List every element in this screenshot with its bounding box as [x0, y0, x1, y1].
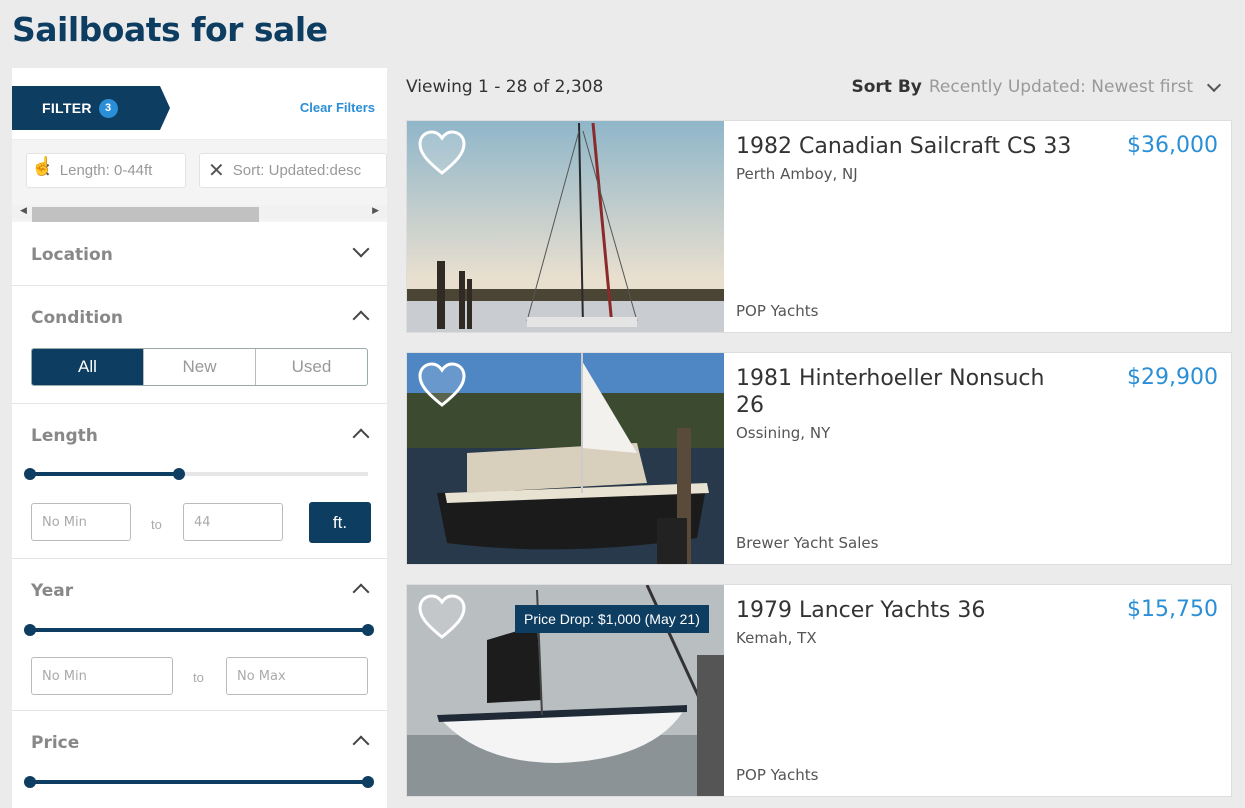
listing-price: $29,900	[1127, 365, 1218, 390]
price-section: Price	[12, 711, 387, 808]
chevron-up-icon[interactable]	[352, 428, 370, 446]
condition-toggle: All New Used	[31, 348, 368, 386]
listing-card[interactable]: 1982 Canadian Sailcraft CS 33 Perth Ambo…	[406, 120, 1232, 333]
slider-max-handle[interactable]	[172, 468, 185, 480]
sort-value: Recently Updated: Newest first	[928, 77, 1193, 97]
condition-option-used[interactable]: Used	[255, 349, 367, 385]
listing-photo[interactable]: Price Drop: $1,000 (May 21)	[407, 585, 724, 796]
filter-header: FILTER 3 Clear Filters	[12, 68, 387, 140]
close-icon[interactable]: ✕	[208, 161, 225, 181]
listing-broker: Brewer Yacht Sales	[736, 534, 879, 552]
condition-option-all[interactable]: All	[32, 349, 143, 385]
page-title: Sailboats for sale	[12, 10, 328, 49]
range-to-label: to	[151, 517, 162, 532]
scroll-left-icon[interactable]: ◀	[20, 205, 27, 216]
slider-fill	[30, 472, 179, 476]
listing-card[interactable]: Price Drop: $1,000 (May 21) 1979 Lancer …	[406, 584, 1232, 797]
slider-fill	[30, 628, 368, 632]
sort-label: Sort By	[851, 77, 922, 97]
listing-location: Ossining, NY	[736, 424, 831, 442]
sort-dropdown[interactable]: Sort By Recently Updated: Newest first	[851, 77, 1225, 97]
condition-section: Condition All New Used	[12, 286, 387, 404]
range-to-label: to	[193, 670, 204, 685]
filter-label: FILTER	[42, 100, 92, 116]
listing-photo[interactable]	[407, 353, 724, 564]
active-filter-chips: ✕ Length: 0-44ft ✕ Sort: Updated:desc ☝ …	[12, 140, 387, 222]
listing-price: $36,000	[1127, 133, 1218, 158]
favorite-heart-icon[interactable]	[417, 361, 467, 409]
scrollbar-thumb[interactable]	[32, 207, 259, 222]
listing-card[interactable]: 1981 Hinterhoeller Nonsuch 26 Ossining, …	[406, 352, 1232, 565]
slider-min-handle[interactable]	[24, 468, 36, 480]
length-heading: Length	[31, 426, 98, 446]
chevron-up-icon[interactable]	[352, 310, 370, 328]
chips-scrollbar[interactable]: ◀ ▶	[12, 205, 387, 222]
filter-toggle-button[interactable]: FILTER 3	[12, 86, 170, 130]
condition-option-new[interactable]: New	[143, 349, 255, 385]
slider-fill	[30, 780, 368, 784]
location-section[interactable]: Location	[12, 222, 387, 286]
listing-price: $15,750	[1127, 597, 1218, 622]
listing-title[interactable]: 1979 Lancer Yachts 36	[736, 597, 1076, 624]
favorite-heart-icon[interactable]	[417, 593, 467, 641]
chevron-down-icon	[1206, 77, 1222, 92]
year-heading: Year	[31, 581, 74, 601]
chip-label: Length: 0-44ft	[59, 162, 153, 179]
slider-max-handle[interactable]	[362, 776, 374, 788]
location-heading: Location	[31, 245, 113, 265]
length-unit-button[interactable]: ft.	[309, 502, 371, 543]
year-min-input[interactable]: No Min	[31, 657, 173, 695]
slider-min-handle[interactable]	[24, 776, 36, 788]
chip-label: Sort: Updated:desc	[232, 162, 362, 179]
chevron-up-icon[interactable]	[352, 583, 370, 601]
listing-broker: POP Yachts	[736, 766, 819, 784]
price-slider[interactable]	[24, 776, 374, 788]
results-count: Viewing 1 - 28 of 2,308	[406, 77, 604, 97]
pointer-cursor-icon: ☝	[31, 156, 54, 176]
scroll-right-icon[interactable]: ▶	[372, 205, 379, 216]
length-slider[interactable]	[24, 468, 368, 480]
filter-sidebar: FILTER 3 Clear Filters ✕ Length: 0-44ft …	[12, 68, 387, 808]
listing-location: Perth Amboy, NJ	[736, 165, 858, 183]
listing-location: Kemah, TX	[736, 629, 817, 647]
price-drop-badge: Price Drop: $1,000 (May 21)	[515, 605, 709, 633]
clear-filters-link[interactable]: Clear Filters	[300, 100, 375, 115]
condition-heading: Condition	[31, 308, 123, 328]
length-section: Length No Min to 44 ft.	[12, 404, 387, 559]
listing-title[interactable]: 1981 Hinterhoeller Nonsuch 26	[736, 365, 1076, 419]
price-heading: Price	[31, 733, 80, 753]
listing-broker: POP Yachts	[736, 302, 819, 320]
listing-title[interactable]: 1982 Canadian Sailcraft CS 33	[736, 133, 1076, 160]
year-slider[interactable]	[24, 624, 374, 636]
filter-count-badge: 3	[98, 98, 118, 118]
listing-photo[interactable]	[407, 121, 724, 332]
filter-chip-sort[interactable]: ✕ Sort: Updated:desc	[199, 153, 387, 188]
year-section: Year No Min to No Max	[12, 559, 387, 711]
length-min-input[interactable]: No Min	[31, 503, 131, 541]
year-max-input[interactable]: No Max	[226, 657, 368, 695]
slider-max-handle[interactable]	[362, 624, 374, 636]
favorite-heart-icon[interactable]	[417, 129, 467, 177]
slider-min-handle[interactable]	[24, 624, 36, 636]
chevron-up-icon[interactable]	[352, 735, 370, 753]
length-max-input[interactable]: 44	[183, 503, 283, 541]
chevron-down-icon[interactable]	[352, 240, 370, 258]
